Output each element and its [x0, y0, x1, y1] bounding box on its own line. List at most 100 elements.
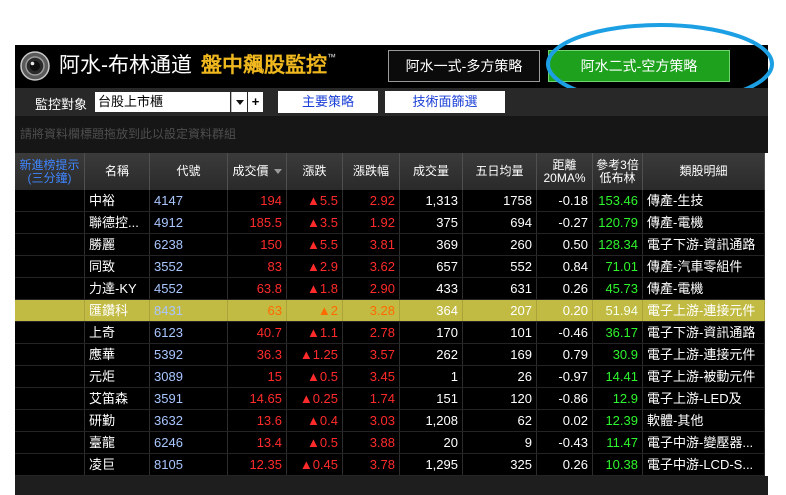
- table-row[interactable]: 同致 3552 83 ▲2.9 3.62 657 552 0.84 71.01 傳產-汽車零組件: [15, 256, 765, 278]
- table-row[interactable]: 上奇 6123 40.7 ▲1.1 2.78 170 101 -0.46 36.17 電子下游-資…: [15, 322, 765, 344]
- cell-new-entry-alert: [15, 344, 85, 365]
- cell-sector: 傳產-生技: [643, 190, 765, 211]
- cell-avg5-volume: 101: [463, 322, 537, 343]
- cell-avg5-volume: 207: [463, 300, 537, 321]
- cell-price: 12.35: [228, 454, 287, 475]
- cell-price: 13.6: [228, 410, 287, 431]
- cell-new-entry-alert: [15, 322, 85, 343]
- cell-new-entry-alert: [15, 366, 85, 387]
- cell-stock-name: 同致: [85, 256, 150, 277]
- cell-avg5-volume: 325: [463, 454, 537, 475]
- monitor-target-select[interactable]: 台股上市櫃: [95, 92, 230, 112]
- cell-stock-code: 3552: [150, 256, 228, 277]
- cell-stock-code: 3089: [150, 366, 228, 387]
- cell-volume: 262: [400, 344, 463, 365]
- cell-change-pct: 3.88: [343, 432, 400, 453]
- table-row[interactable]: 艾笛森 3591 14.65 ▲0.25 1.74 151 120 -0.86 12.9 電子上游…: [15, 388, 765, 410]
- cell-boll-ref: 45.73: [593, 278, 643, 299]
- cell-dist-20ma: 0.50: [537, 234, 593, 255]
- table-row[interactable]: 中裕 4147 194 ▲5.5 2.92 1,313 1758 -0.18 153.46 傳產-…: [15, 190, 765, 212]
- cell-change: ▲0.5: [287, 432, 343, 453]
- cell-sector: 電子上游-被動元件: [643, 366, 765, 387]
- col-header-change-pct[interactable]: 漲跌幅: [343, 153, 400, 190]
- col-header-avg5-volume[interactable]: 五日均量: [463, 153, 537, 190]
- table-row[interactable]: 力達-KY 4552 63.8 ▲1.8 2.90 433 631 0.26 45.73 傳產-電…: [15, 278, 765, 300]
- col-header-new-entry-alert[interactable]: 新進榜提示 (三分鐘): [15, 153, 85, 190]
- app-header: 阿水-布林通道 盤中飆股監控™ 阿水一式-多方策略 阿水二式-空方策略: [15, 45, 768, 88]
- cell-price: 13.4: [228, 432, 287, 453]
- cell-price: 63: [228, 300, 287, 321]
- cell-stock-name: 臺龍: [85, 432, 150, 453]
- long-strategy-button[interactable]: 阿水一式-多方策略: [388, 50, 540, 82]
- cell-stock-code: 4912: [150, 212, 228, 233]
- cell-price: 185.5: [228, 212, 287, 233]
- short-strategy-button[interactable]: 阿水二式-空方策略: [548, 50, 730, 82]
- table-row[interactable]: 元炬 3089 15 ▲0.5 3.45 1 26 -0.97 14.41 電子上游-被動元件: [15, 366, 765, 388]
- cell-stock-code: 8105: [150, 454, 228, 475]
- col-header-name[interactable]: 名稱: [85, 153, 150, 190]
- cell-volume: 1,313: [400, 190, 463, 211]
- cell-stock-code: 4552: [150, 278, 228, 299]
- col-header-label-group: 成交價: [232, 165, 282, 178]
- group-by-drop-area[interactable]: 請將資料欄標題拖放到此以設定資料群組: [15, 116, 768, 153]
- cell-stock-name: 應華: [85, 344, 150, 365]
- table-row[interactable]: 聯德控... 4912 185.5 ▲3.5 1.92 375 694 -0.27 120.79…: [15, 212, 765, 234]
- cell-dist-20ma: -0.97: [537, 366, 593, 387]
- table-row[interactable]: 研勤 3632 13.6 ▲0.4 3.03 1,208 62 0.02 12.39 軟體-其他: [15, 410, 765, 432]
- chevron-down-icon: [236, 100, 244, 105]
- app-title: 阿水-布林通道: [59, 54, 192, 77]
- cell-price: 15: [228, 366, 287, 387]
- col-header-label: 代號: [176, 164, 201, 178]
- cell-change-pct: 3.62: [343, 256, 400, 277]
- col-header-label: 參考3倍: [596, 157, 639, 172]
- table-row[interactable]: 匯鑽科 8431 63 ▲2 3.28 364 207 0.20 51.94 電子上游-連接元件: [15, 300, 765, 322]
- cell-boll-ref: 30.9: [593, 344, 643, 365]
- cell-volume: 433: [400, 278, 463, 299]
- col-header-label: 五日均量: [475, 164, 524, 178]
- table-row[interactable]: 臺龍 6246 13.4 ▲0.5 3.88 20 9 -0.43 11.47 電子中游-變壓器.…: [15, 432, 765, 454]
- col-header-code[interactable]: 代號: [150, 153, 228, 190]
- cell-change-pct: 1.92: [343, 212, 400, 233]
- cell-new-entry-alert: [15, 278, 85, 299]
- cell-stock-code: 6123: [150, 322, 228, 343]
- table-row[interactable]: 應華 5392 36.3 ▲1.25 3.57 262 169 0.79 30.9 電子上游-連接…: [15, 344, 765, 366]
- col-header-label: 低布林: [599, 170, 636, 185]
- col-header-label: 名稱: [104, 164, 129, 178]
- col-header-sector[interactable]: 類股明細: [643, 153, 765, 190]
- cell-change: ▲1.8: [287, 278, 343, 299]
- table-row[interactable]: 勝麗 6238 150 ▲5.5 3.81 369 260 0.50 128.34 電子下游-資訊…: [15, 234, 765, 256]
- sort-desc-icon[interactable]: [273, 169, 282, 174]
- table-row[interactable]: 凌巨 8105 12.35 ▲0.45 3.78 1,295 325 0.26 10.38 電子中…: [15, 454, 765, 476]
- main-strategy-button[interactable]: 主要策略: [278, 91, 378, 113]
- add-button[interactable]: +: [248, 92, 263, 112]
- col-header-label: (三分鐘): [27, 170, 72, 185]
- cell-avg5-volume: 9: [463, 432, 537, 453]
- dropdown-toggle-button[interactable]: [231, 92, 247, 112]
- cell-sector: 電子中游-變壓器...: [643, 432, 765, 453]
- technical-filter-button[interactable]: 技術面篩選: [385, 91, 505, 113]
- camera-lens-logo-icon: [20, 51, 50, 81]
- trademark-mark: ™: [327, 52, 336, 62]
- cell-dist-20ma: -0.43: [537, 432, 593, 453]
- cell-new-entry-alert: [15, 300, 85, 321]
- col-header-volume[interactable]: 成交量: [400, 153, 463, 190]
- cell-sector: 傳產-電機: [643, 278, 765, 299]
- cell-boll-ref: 51.94: [593, 300, 643, 321]
- cell-change: ▲2.9: [287, 256, 343, 277]
- col-header-price[interactable]: 成交價: [228, 153, 287, 190]
- cell-new-entry-alert: [15, 410, 85, 431]
- cell-change-pct: 2.92: [343, 190, 400, 211]
- cell-price: 36.3: [228, 344, 287, 365]
- cell-volume: 1: [400, 366, 463, 387]
- cell-stock-name: 勝麗: [85, 234, 150, 255]
- cell-volume: 1,295: [400, 454, 463, 475]
- cell-boll-ref: 153.46: [593, 190, 643, 211]
- cell-volume: 375: [400, 212, 463, 233]
- cell-volume: 364: [400, 300, 463, 321]
- cell-sector: 電子下游-資訊通路: [643, 234, 765, 255]
- monitor-target-value: 台股上市櫃: [98, 94, 164, 109]
- col-header-change[interactable]: 漲跌: [287, 153, 343, 190]
- col-header-boll-ref[interactable]: 參考3倍 低布林: [593, 153, 643, 190]
- cell-stock-name: 元炬: [85, 366, 150, 387]
- col-header-dist-20ma[interactable]: 距離 20MA%: [537, 153, 593, 190]
